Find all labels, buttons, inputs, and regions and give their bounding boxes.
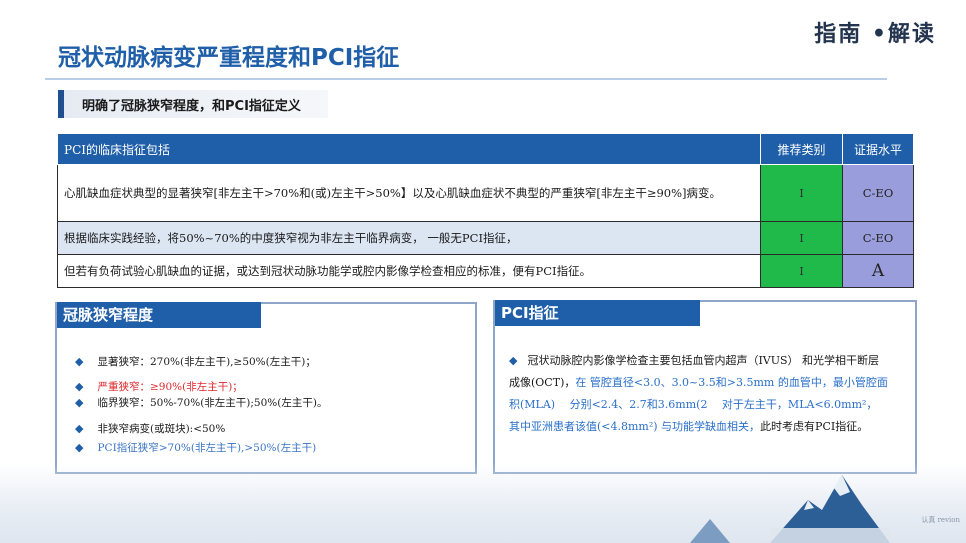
diamond-bullet-icon: ◆ bbox=[509, 354, 518, 367]
row-text: 心肌缺血症状典型的显著狭窄[非左主干>70%和(或)左主干>50%】以及心肌缺血… bbox=[57, 164, 761, 222]
small-mountain-decoration bbox=[690, 519, 730, 543]
subtitle-bar: 明确了冠脉狭窄程度，和PCI指征定义 bbox=[58, 90, 328, 118]
header-indication: PCI的临床指征包括 bbox=[57, 133, 761, 165]
title-divider bbox=[45, 78, 887, 80]
page-title: 冠状动脉病变严重程度和PCI指征 bbox=[58, 45, 400, 71]
list-item: ◆ 显著狭窄：270%(非左主干),≥50%(左主干)； bbox=[75, 355, 316, 368]
list-item: ◆ 非狭窄病变(或斑块):<50% bbox=[75, 422, 226, 435]
diamond-bullet-icon: ◆ bbox=[75, 422, 84, 435]
diamond-bullet-icon: ◆ bbox=[75, 355, 84, 368]
panel-title: PCI指征 bbox=[495, 300, 700, 326]
row-text: 根据临床实践经验，将50%~70%的中度狭窄视为非左主干临界病变， 一般无PCI… bbox=[57, 221, 761, 255]
header-recommendation: 推荐类别 bbox=[760, 133, 843, 165]
table-row: 根据临床实践经验，将50%~70%的中度狭窄视为非左主干临界病变， 一般无PCI… bbox=[57, 221, 914, 255]
table-row: 但若有负荷试验心肌缺血的证据，或达到冠状动脉功能学或腔内影像学检查相应的标准，便… bbox=[57, 254, 914, 288]
row-evidence: C-EO bbox=[842, 221, 914, 255]
row-evidence: A bbox=[842, 254, 914, 288]
subtitle-text: 明确了冠脉狭窄程度，和PCI指征定义 bbox=[82, 99, 301, 114]
diamond-bullet-icon: ◆ bbox=[75, 441, 84, 454]
table-header-row: PCI的临床指征包括 推荐类别 证据水平 bbox=[57, 133, 914, 165]
header-evidence: 证据水平 bbox=[842, 133, 914, 165]
panel-title: 冠脉狭窄程度 bbox=[57, 302, 261, 328]
brand-label: 指南 •解读 bbox=[814, 21, 936, 47]
footer-note: 认真 revion bbox=[921, 516, 960, 524]
pci-indication-text: ◆ 冠状动脉腔内影像学检查主要包括血管内超声（IVUS） 和光学相干断层成像(OC… bbox=[509, 354, 888, 433]
pci-indication-table: PCI的临床指征包括 推荐类别 证据水平 心肌缺血症状典型的显著狭窄[非左主干>… bbox=[57, 133, 914, 288]
mountain-decoration bbox=[770, 475, 890, 543]
table-row: 心肌缺血症状典型的显著狭窄[非左主干>70%和(或)左主干>50%】以及心肌缺血… bbox=[57, 164, 914, 222]
row-recommendation: I bbox=[760, 221, 843, 255]
diamond-bullet-icon: ◆ bbox=[75, 396, 84, 409]
pci-indication-panel: PCI指征 ◆ 冠状动脉腔内影像学检查主要包括血管内超声（IVUS） 和光学相干断… bbox=[493, 300, 917, 474]
list-item: ◆ 严重狭窄：≥90%(非左主干)； bbox=[75, 380, 243, 393]
row-evidence: C-EO bbox=[842, 164, 914, 222]
row-text: 但若有负荷试验心肌缺血的证据，或达到冠状动脉功能学或腔内影像学检查相应的标准，便… bbox=[57, 254, 761, 288]
row-recommendation: I bbox=[760, 164, 843, 222]
list-item: ◆ PCI指征狭窄>70%(非左主干),>50%(左主干) bbox=[75, 441, 317, 454]
row-recommendation: I bbox=[760, 254, 843, 288]
list-item: ◆ 临界狭窄：50%-70%(非左主干);50%(左主干)。 bbox=[75, 396, 328, 409]
stenosis-degree-panel: 冠脉狭窄程度 ◆ 显著狭窄：270%(非左主干),≥50%(左主干)； ◆ 严重狭窄… bbox=[55, 302, 477, 474]
diamond-bullet-icon: ◆ bbox=[75, 380, 84, 393]
